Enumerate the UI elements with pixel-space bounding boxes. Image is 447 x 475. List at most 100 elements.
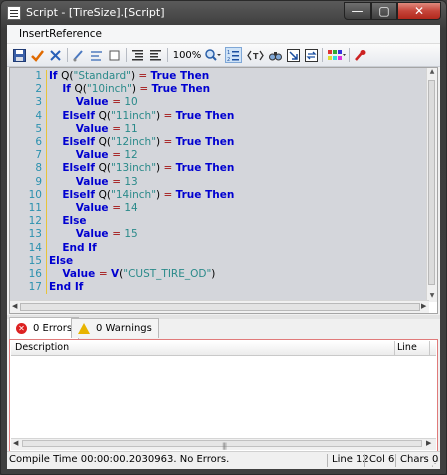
code-line[interactable]: 17 End If <box>10 281 429 295</box>
code-text: Value = 15 <box>49 228 138 241</box>
errors-scroll-thumb[interactable]: ||| <box>22 440 422 450</box>
zoom-icon[interactable] <box>204 47 222 63</box>
code-line[interactable]: 11 Value = 14 <box>10 202 429 216</box>
code-line[interactable]: 15 Else <box>10 254 429 268</box>
indent-icon[interactable] <box>130 47 144 63</box>
menu-bar: InsertReference <box>7 25 440 44</box>
check-icon[interactable] <box>30 47 44 63</box>
code-line[interactable]: 3 Value = 10 <box>10 96 429 110</box>
vertical-scrollbar[interactable]: ▲ ▼ <box>426 68 437 302</box>
code-token: True Then <box>175 188 235 201</box>
save-icon[interactable] <box>12 47 26 63</box>
tab-errors[interactable]: ✕ 0 Errors <box>9 317 80 339</box>
code-text: End If <box>49 242 96 255</box>
format-icon[interactable] <box>107 47 121 63</box>
minimize-button[interactable]: — <box>344 2 371 20</box>
code-line[interactable]: 16 Value = V("CUST_TIRE_OD") <box>10 268 429 282</box>
toolbar: 100% 12 T <box>7 44 440 67</box>
script-window: Script - [TireSize].[Script] — ▢ ✕ Inser… <box>0 0 447 475</box>
scroll-left-icon[interactable]: ◀ <box>13 439 18 447</box>
code-token: 12 <box>124 149 138 162</box>
outdent-icon[interactable] <box>148 47 162 63</box>
code-token: Value <box>75 228 113 241</box>
code-token: "11inch" <box>111 109 157 122</box>
window-title: Script - [TireSize].[Script] <box>26 6 165 19</box>
line-number: 13 <box>28 228 42 241</box>
scroll-down-icon[interactable]: ▼ <box>428 292 436 302</box>
code-text: ElseIf Q("11inch") = True Then <box>49 110 234 123</box>
code-token: True Then <box>151 83 211 96</box>
change-margin <box>46 188 47 202</box>
line-number: 11 <box>28 202 42 214</box>
code-line[interactable]: 8 ElseIf Q("13inch") = True Then <box>10 162 429 176</box>
code-line[interactable]: 5 Value = 11 <box>10 122 429 136</box>
replace-icon[interactable] <box>304 47 318 63</box>
code-token: Value <box>75 175 113 188</box>
svg-text:2: 2 <box>227 57 230 62</box>
scroll-left-icon[interactable]: ◀ <box>12 302 17 310</box>
line-number: 8 <box>35 162 42 175</box>
close-button[interactable]: ✕ <box>397 2 441 20</box>
horizontal-scrollbar[interactable]: ◀ ▶ <box>10 300 429 313</box>
colors-icon[interactable] <box>326 47 346 63</box>
code-line[interactable]: 9 Value = 13 <box>10 175 429 189</box>
change-margin <box>46 268 47 282</box>
line-number: 12 <box>28 215 42 228</box>
menu-insert-reference[interactable]: InsertReference <box>19 28 102 40</box>
code-token: ElseIf <box>62 162 99 175</box>
errors-horizontal-scrollbar[interactable]: ◀ ||| ▶ <box>11 438 436 450</box>
code-token: Q( <box>98 162 112 175</box>
code-line[interactable]: 10 ElseIf Q("14inch") = True Then <box>10 188 429 202</box>
code-line[interactable]: 14 End If <box>10 241 429 255</box>
code-token: = <box>112 149 125 162</box>
change-margin <box>46 136 47 150</box>
cancel-icon[interactable] <box>48 47 62 63</box>
comment-icon[interactable] <box>71 47 85 63</box>
scroll-thumb-horizontal[interactable] <box>20 303 420 311</box>
change-margin <box>46 241 47 255</box>
find-icon[interactable] <box>268 47 282 63</box>
scroll-right-icon[interactable]: ▶ <box>421 302 426 310</box>
maximize-button[interactable]: ▢ <box>371 2 397 20</box>
uncomment-icon[interactable] <box>89 47 103 63</box>
tag-icon[interactable]: T <box>246 47 264 63</box>
code-token: Value <box>62 268 99 280</box>
column-description[interactable]: Description <box>15 342 69 353</box>
code-token: "13inch" <box>111 162 157 175</box>
code-text: Value = 14 <box>49 202 138 215</box>
code-line[interactable]: 7 Value = 12 <box>10 149 429 163</box>
column-line[interactable]: Line <box>397 342 417 353</box>
scroll-thumb[interactable] <box>428 80 435 285</box>
code-token: "Standard" <box>73 70 131 82</box>
code-line[interactable]: 13 Value = 15 <box>10 228 429 242</box>
code-line[interactable]: 1 If Q("Standard") = True Then <box>10 70 429 84</box>
resize-grip-icon[interactable]: ⋰ <box>431 459 439 468</box>
code-text: If Q("Standard") = True Then <box>49 70 209 83</box>
code-line[interactable]: 6 ElseIf Q("12inch") = True Then <box>10 136 429 150</box>
code-token: = <box>112 202 125 214</box>
line-number: 15 <box>28 254 42 267</box>
line-number: 2 <box>35 83 42 96</box>
line-numbers-icon[interactable]: 12 <box>225 47 242 63</box>
code-line[interactable]: 12 Else <box>10 215 429 229</box>
zoom-level[interactable]: 100% <box>171 47 203 63</box>
code-token: = <box>163 136 176 148</box>
code-token: = <box>163 109 176 122</box>
code-line[interactable]: 4 ElseIf Q("11inch") = True Then <box>10 109 429 123</box>
code-area[interactable]: 1 If Q("Standard") = True Then 2 If Q("10i… <box>10 68 429 302</box>
tab-warnings[interactable]: 0 Warnings <box>71 318 159 338</box>
goto-icon[interactable] <box>286 47 300 63</box>
error-icon: ✕ <box>16 323 27 334</box>
svg-text:T: T <box>253 52 259 61</box>
title-bar[interactable]: Script - [TireSize].[Script] — ▢ ✕ <box>1 1 446 25</box>
code-token: = <box>112 96 125 109</box>
scroll-up-icon[interactable]: ▲ <box>428 68 436 78</box>
code-editor[interactable]: 1 If Q("Standard") = True Then 2 If Q("10i… <box>9 67 438 314</box>
clear-icon[interactable] <box>353 47 367 63</box>
scroll-right-icon[interactable]: ▶ <box>426 439 431 447</box>
code-line[interactable]: 2 If Q("10inch") = True Then <box>10 83 429 97</box>
